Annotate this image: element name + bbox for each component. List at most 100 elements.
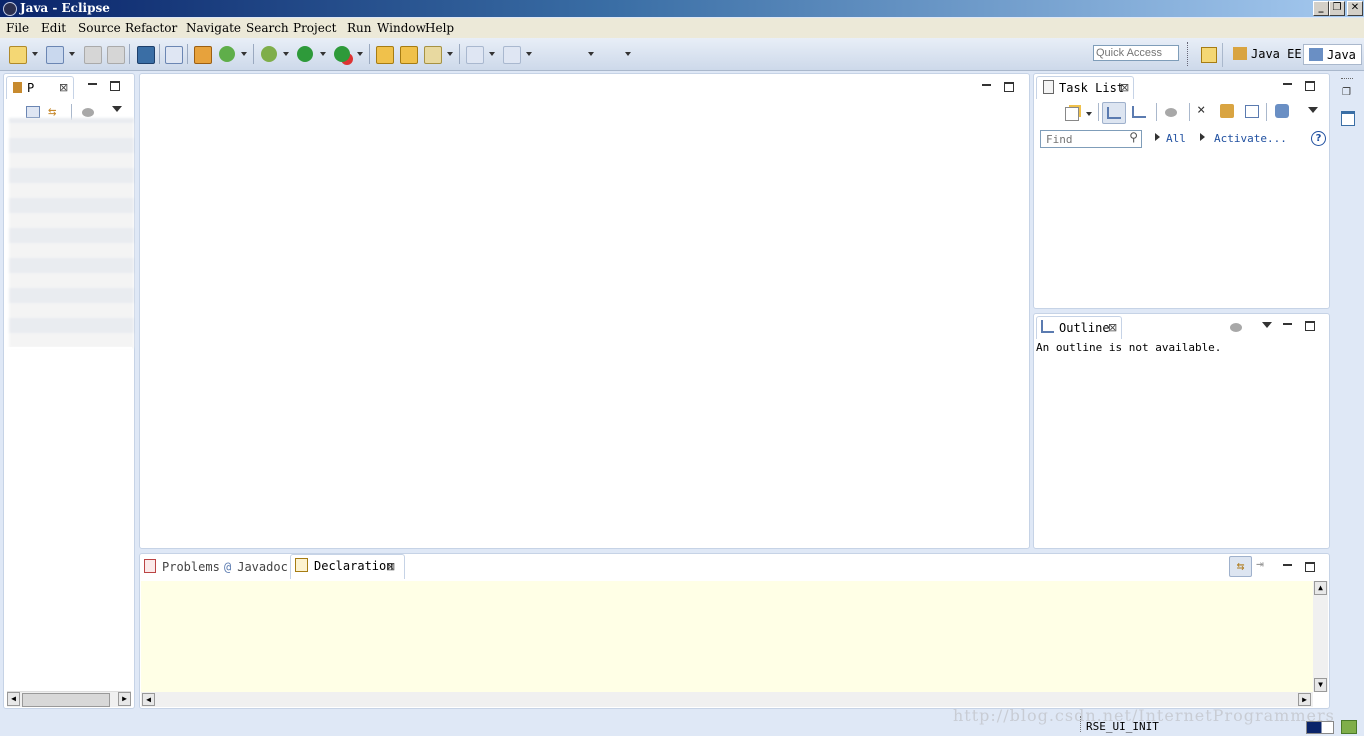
editor-area[interactable] [139,73,1030,549]
menu-source[interactable]: Source [78,21,121,35]
menu-window[interactable]: Window [377,21,426,35]
editor-minimize-icon[interactable] [982,84,991,86]
new-task-icon[interactable] [1065,107,1079,121]
menu-file[interactable]: File [6,21,29,35]
new-java-package-icon[interactable] [376,46,394,64]
menu-project[interactable]: Project [293,21,336,35]
tab-problems[interactable]: Problems [144,556,220,578]
debug-dropdown-icon[interactable] [283,52,289,56]
open-type-icon[interactable] [400,46,418,64]
run-external-tools-icon[interactable] [334,46,350,62]
categorized-toggle[interactable] [1102,102,1126,124]
restore-button[interactable]: ❐ [1329,1,1345,16]
refresh-icon[interactable] [219,46,235,62]
find-field[interactable]: ⚲ [1040,130,1142,148]
maximize-icon[interactable] [110,81,120,91]
save-all-icon[interactable] [107,46,125,64]
progress-indicator[interactable] [1306,721,1334,734]
help-icon[interactable]: ? [1311,131,1326,146]
tab-task-list[interactable]: Task List ⊠ [1036,76,1134,99]
debug-icon[interactable] [261,46,277,62]
link-with-editor-icon[interactable]: ⇆ [1229,556,1252,577]
search-dropdown-icon[interactable] [447,52,453,56]
close-icon[interactable]: ⊠ [59,77,68,99]
run-icon[interactable] [297,46,313,62]
open-input-icon[interactable]: ⇥ [1256,557,1264,572]
progress-view-icon[interactable] [1341,720,1357,734]
maximize-icon[interactable] [1305,321,1315,331]
skip-breakpoints-icon[interactable] [165,46,183,64]
close-button[interactable]: ✕ [1347,1,1363,16]
menu-navigate[interactable]: Navigate [186,21,241,35]
external-tools-dropdown-icon[interactable] [357,52,363,56]
tab-package-explorer[interactable]: P ⊠ [6,76,74,99]
minimize-button[interactable]: _ [1313,1,1329,16]
focus-icon[interactable] [1230,323,1242,332]
menu-help[interactable]: Help [425,21,454,35]
collapse-all-icon[interactable] [26,106,40,118]
focus-on-workweek-icon[interactable] [1165,108,1177,117]
tab-declaration[interactable]: Declaration ⊠ [290,554,405,579]
toggle-ant-icon[interactable] [194,46,212,64]
perspective-java[interactable]: Java [1303,44,1362,65]
scroll-left-icon[interactable]: ◀ [142,693,155,706]
previous-annotation-icon[interactable] [503,46,521,64]
search-tool-icon[interactable] [424,46,442,64]
scroll-up-icon[interactable]: ▲ [1314,581,1327,595]
view-menu-icon[interactable] [1262,322,1272,328]
project-tree-blurred[interactable] [9,118,134,348]
perspective-java-ee[interactable]: Java EE [1233,44,1302,64]
quick-access-input[interactable] [1093,45,1179,61]
trim-grip[interactable] [1341,78,1353,80]
task-repositories-icon[interactable] [1275,104,1289,118]
scrollbar-thumb[interactable] [22,693,110,707]
next-annotation-icon[interactable] [466,46,484,64]
tab-javadoc[interactable]: @ Javadoc [224,556,288,578]
editor-maximize-icon[interactable] [1004,82,1014,92]
previous-annotation-dropdown-icon[interactable] [526,52,532,56]
menu-run[interactable]: Run [347,21,372,35]
view-menu-icon[interactable] [1308,107,1318,113]
new-task-dropdown-icon[interactable] [1086,112,1092,116]
horizontal-scrollbar[interactable]: ◀ ▶ [7,691,131,707]
tab-outline[interactable]: Outline ⊠ [1036,316,1122,339]
vertical-scrollbar[interactable]: ▲ ▼ [1313,581,1328,692]
minimize-icon[interactable] [1283,564,1292,566]
save-icon[interactable] [84,46,102,64]
scroll-down-icon[interactable]: ▼ [1314,678,1327,692]
menu-refactor[interactable]: Refactor [125,21,177,35]
scroll-left-icon[interactable]: ◀ [7,692,20,706]
restore-icon[interactable]: ❐ [1342,87,1351,98]
new-icon[interactable] [9,46,27,64]
scroll-right-icon[interactable]: ▶ [1298,693,1311,706]
scroll-right-icon[interactable]: ▶ [118,692,131,706]
minimize-icon[interactable] [1283,323,1292,325]
synchronize-icon[interactable] [1220,104,1234,118]
all-link[interactable]: All [1166,132,1186,145]
close-icon[interactable]: ⊠ [386,556,395,578]
forward-dropdown-icon[interactable] [625,52,631,56]
horizontal-scrollbar[interactable]: ◀ ▶ [141,692,1313,707]
toolbar-grip[interactable] [1187,42,1190,66]
back-dropdown-icon[interactable] [588,52,594,56]
collapse-all-icon[interactable] [1245,105,1259,118]
maximize-icon[interactable] [1305,562,1315,572]
view-menu-icon[interactable] [112,106,122,112]
menu-search[interactable]: Search [246,21,289,35]
new-project-dropdown-icon[interactable] [69,52,75,56]
next-annotation-dropdown-icon[interactable] [489,52,495,56]
close-icon[interactable]: ⊠ [1108,317,1117,339]
hide-completed-icon[interactable]: ⨯ [1197,102,1205,118]
activate-link[interactable]: Activate... [1214,132,1287,145]
close-icon[interactable]: ⊠ [1120,77,1129,99]
open-perspective-icon[interactable] [1201,47,1217,63]
declaration-content[interactable] [141,581,1313,692]
minimized-view-icon[interactable] [1341,111,1355,126]
scheduled-icon[interactable] [1132,106,1146,118]
maximize-icon[interactable] [1305,81,1315,91]
focus-icon[interactable] [82,108,94,117]
new-project-icon[interactable] [46,46,64,64]
menu-edit[interactable]: Edit [41,21,66,35]
new-dropdown-icon[interactable] [32,52,38,56]
refresh-dropdown-icon[interactable] [241,52,247,56]
